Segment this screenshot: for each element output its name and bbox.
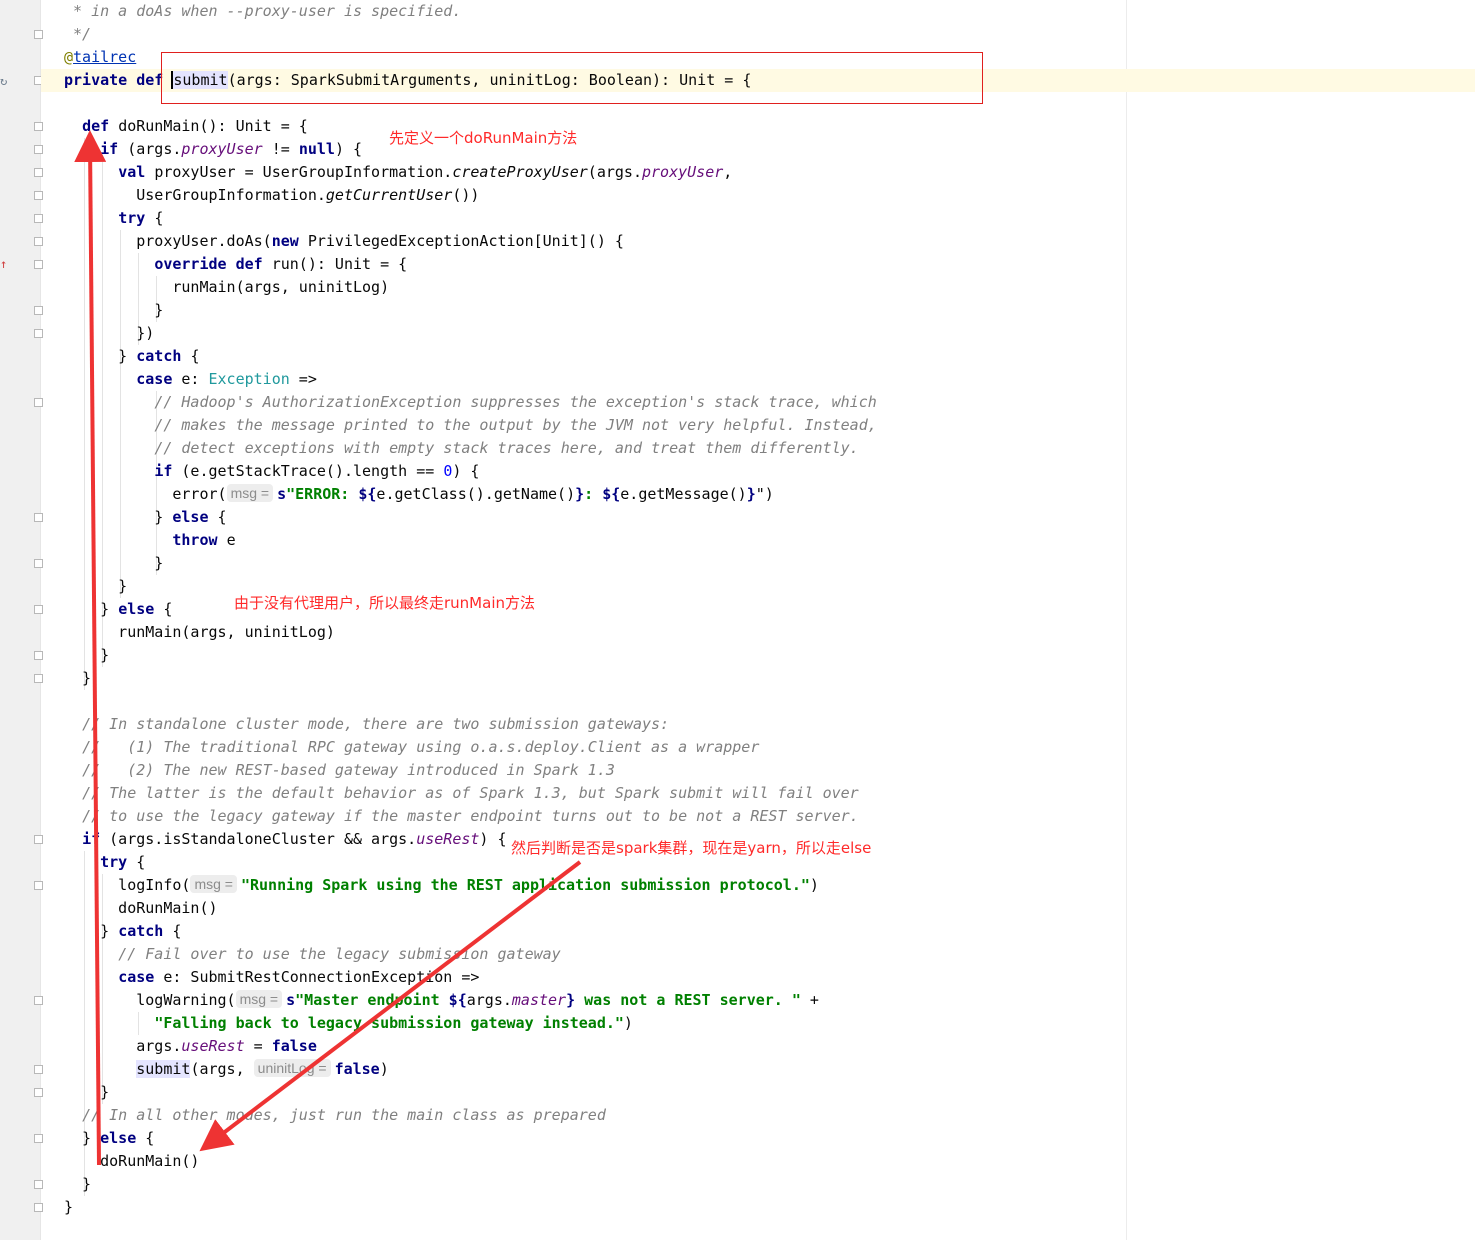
annotation-arrows [74,130,582,1166]
arrow-up-to-dorunmain [74,130,107,1166]
arrow-to-else-branch [199,860,582,1152]
